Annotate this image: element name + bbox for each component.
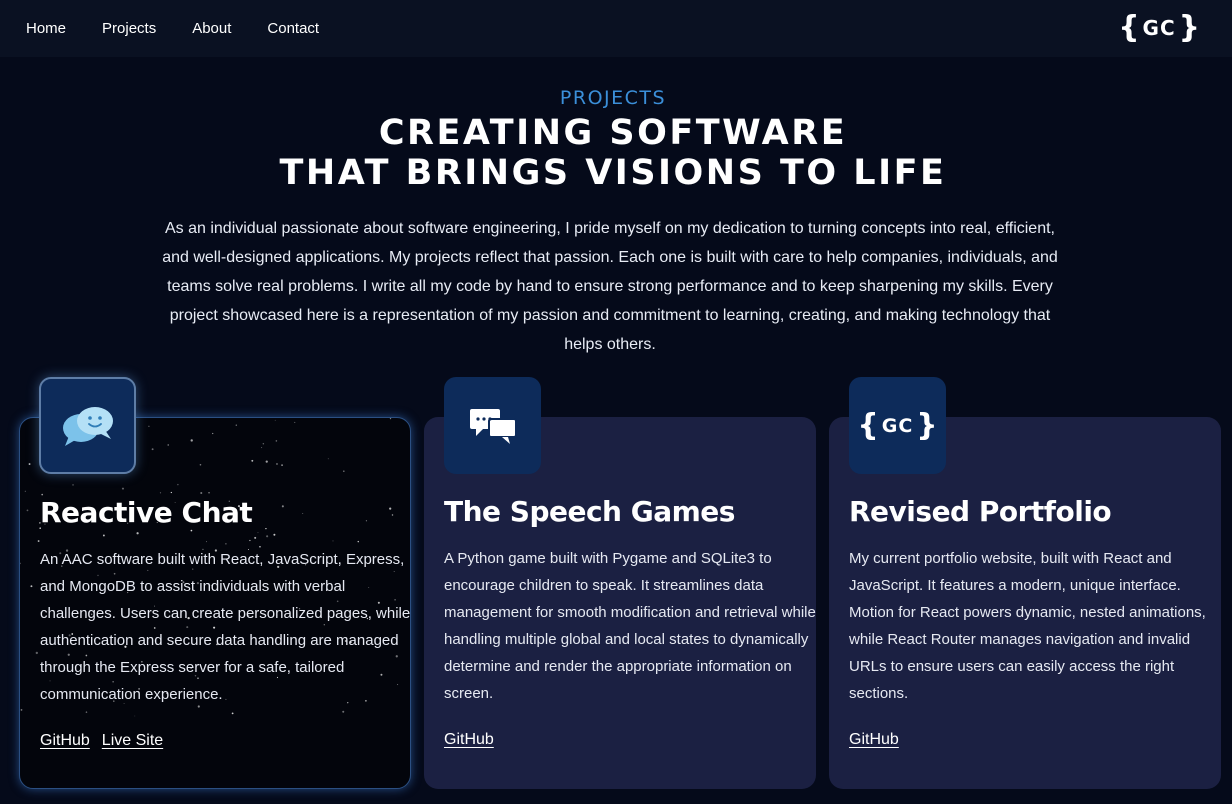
star-dot: [343, 470, 345, 472]
star-dot: [20, 562, 21, 565]
star-dot: [28, 463, 31, 466]
star-dot: [273, 533, 276, 536]
star-dot: [302, 513, 304, 514]
nav-about-link[interactable]: About: [192, 20, 231, 37]
star-dot: [342, 710, 345, 713]
tile-logo-left-brace: {: [857, 408, 879, 443]
star-dot: [170, 491, 172, 494]
project-links: GitHub Live Site: [40, 732, 175, 750]
section-eyebrow: PROJECTS: [559, 87, 667, 109]
gc-logo-icon: { GC }: [857, 408, 937, 443]
star-dot: [294, 421, 296, 423]
star-dot: [121, 487, 124, 490]
project-icon-tile: [444, 377, 541, 474]
project-icon-tile: { GC }: [849, 377, 946, 474]
project-icon-tile: [39, 377, 136, 474]
star-dot: [148, 425, 150, 427]
star-dot: [262, 443, 265, 445]
project-links: GitHub: [849, 731, 911, 749]
star-dot: [212, 432, 214, 435]
speech-bubbles-icon: [469, 408, 517, 444]
project-title: Revised Portfolio: [849, 495, 1112, 528]
nav-links: Home Projects About Contact: [26, 20, 355, 37]
nav-home-link[interactable]: Home: [26, 20, 66, 37]
star-dot: [391, 514, 394, 516]
star-dot: [281, 505, 284, 508]
star-dot: [208, 492, 210, 494]
star-dot: [35, 651, 38, 655]
star-dot: [199, 463, 202, 466]
star-dot: [24, 490, 26, 492]
live-site-link[interactable]: Live Site: [102, 732, 163, 750]
tile-logo-right-brace: }: [916, 408, 938, 443]
star-dot: [357, 540, 359, 543]
star-dot: [231, 712, 234, 715]
chat-bubbles-icon: [62, 406, 113, 446]
headline-line-1: CREATING SOFTWARE: [378, 113, 848, 153]
top-nav: Home Projects About Contact { GC }: [0, 0, 1232, 57]
star-dot: [190, 439, 193, 442]
star-dot: [265, 527, 267, 530]
star-dot: [275, 440, 278, 442]
logo-right-brace: }: [1178, 10, 1200, 45]
logo-left-brace: {: [1118, 10, 1140, 45]
page-headline: CREATING SOFTWARE THAT BRINGS VISIONS TO…: [0, 113, 1226, 193]
star-dot: [389, 507, 392, 510]
tile-logo-letters: GC: [881, 414, 914, 437]
star-dot: [254, 536, 257, 539]
star-dot: [30, 585, 33, 588]
star-dot: [327, 458, 329, 460]
project-description: A Python game built with Pygame and SQLi…: [444, 550, 816, 702]
star-dot: [276, 463, 278, 465]
star-dot: [266, 535, 269, 538]
star-dot: [235, 424, 237, 426]
nav-projects-link[interactable]: Projects: [102, 20, 156, 37]
logo-letters: GC: [1142, 16, 1176, 40]
star-dot: [206, 541, 207, 543]
star-dot: [136, 532, 139, 535]
star-dot: [151, 448, 154, 451]
star-dot: [37, 540, 40, 542]
star-dot: [159, 492, 162, 494]
star-dot: [225, 543, 227, 545]
project-description: An AAC software built with React, JavaSc…: [40, 551, 411, 703]
star-dot: [85, 711, 88, 713]
star-dot: [249, 539, 251, 542]
project-title: The Speech Games: [444, 495, 735, 528]
star-dot: [332, 540, 334, 542]
star-dot: [265, 460, 268, 463]
star-dot: [389, 418, 392, 420]
star-dot: [274, 419, 276, 421]
github-link[interactable]: GitHub: [444, 731, 494, 749]
star-dot: [134, 715, 136, 717]
headline-line-2: THAT BRINGS VISIONS TO LIFE: [279, 153, 947, 193]
intro-paragraph: As an individual passionate about softwa…: [162, 220, 1058, 353]
github-link[interactable]: GitHub: [40, 732, 90, 750]
star-dot: [365, 520, 368, 522]
star-dot: [251, 459, 254, 462]
star-dot: [20, 709, 23, 711]
star-dot: [261, 447, 263, 449]
star-dot: [200, 491, 203, 495]
star-dot: [102, 534, 105, 537]
nav-contact-link[interactable]: Contact: [267, 20, 319, 37]
site-logo[interactable]: { GC }: [1118, 12, 1200, 44]
github-link[interactable]: GitHub: [849, 731, 899, 749]
star-dot: [190, 529, 193, 532]
star-dot: [177, 483, 179, 486]
project-description: My current portfolio website, built with…: [849, 550, 1206, 702]
project-title: Reactive Chat: [40, 496, 253, 529]
star-dot: [167, 444, 170, 446]
star-dot: [26, 509, 29, 512]
star-dot: [72, 484, 74, 486]
star-dot: [257, 532, 259, 534]
star-dot: [281, 464, 283, 466]
project-links: GitHub: [444, 731, 506, 749]
